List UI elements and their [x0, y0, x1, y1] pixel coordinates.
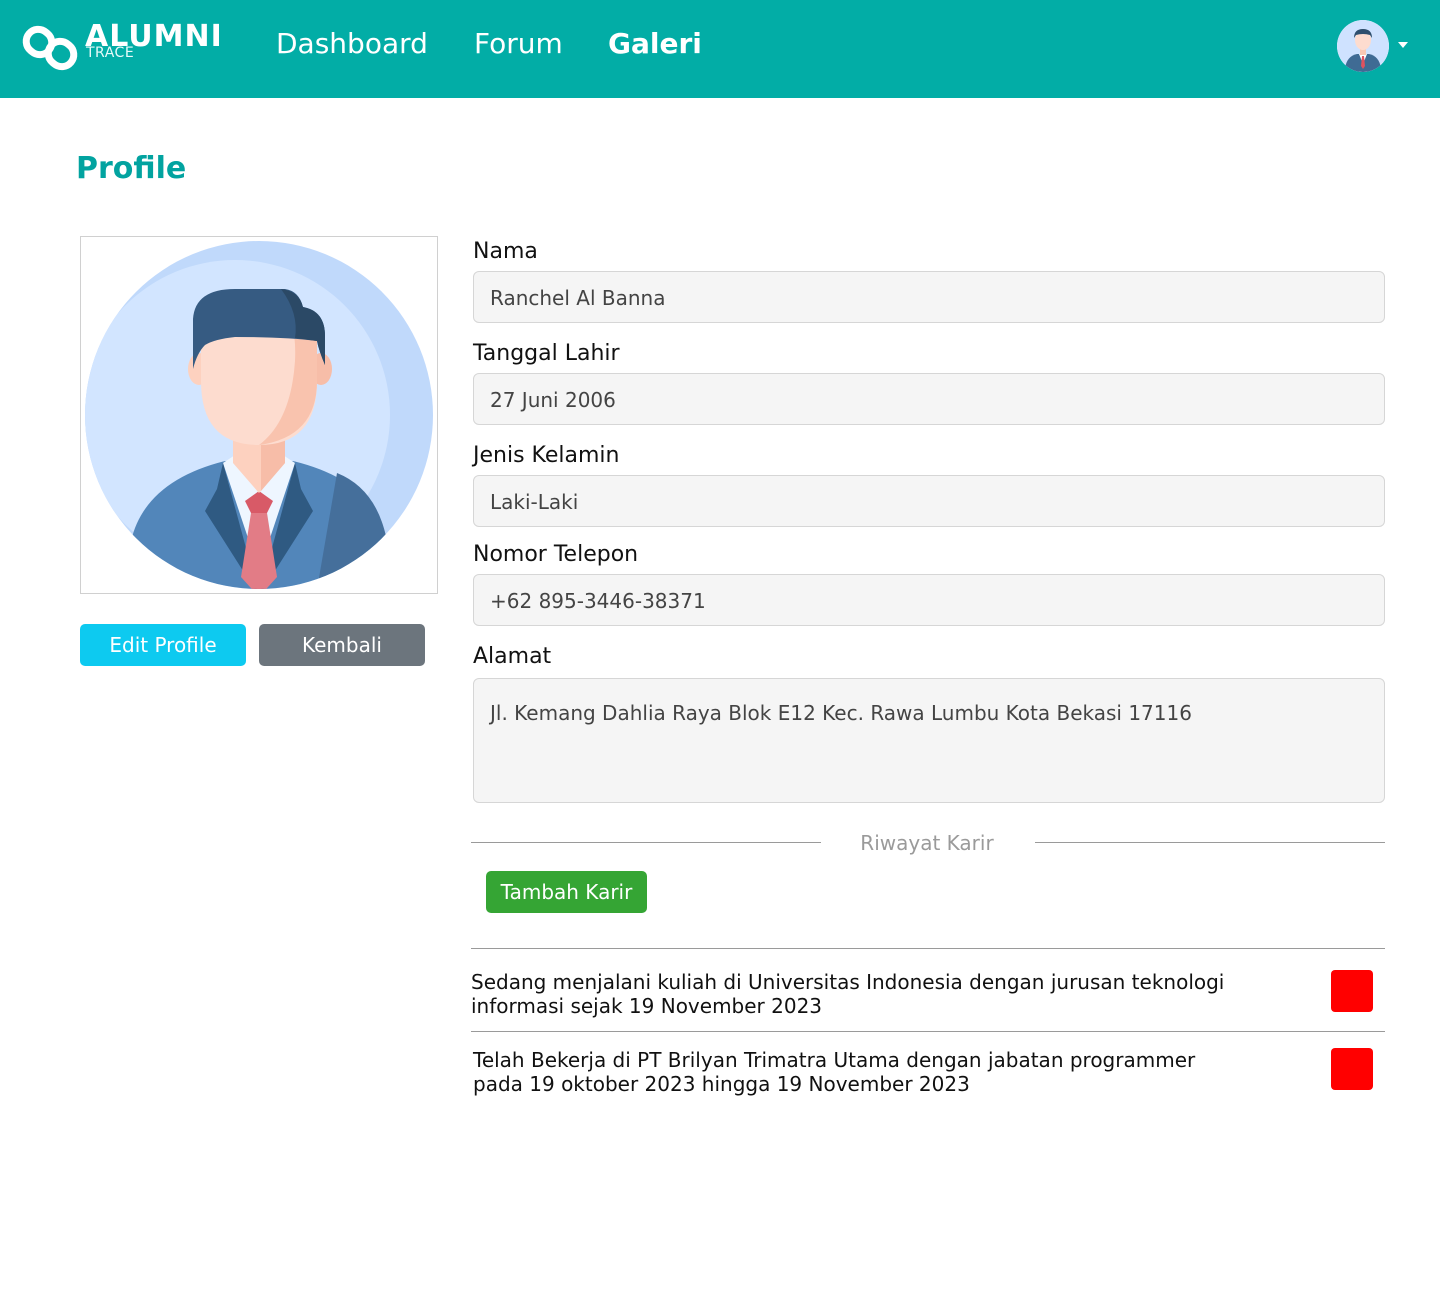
businessman-avatar-icon — [1337, 20, 1389, 72]
nav-dashboard[interactable]: Dashboard — [276, 26, 428, 62]
divider-right — [1035, 842, 1385, 843]
tanggal-lahir-label: Tanggal Lahir — [473, 341, 620, 366]
telepon-field[interactable]: +62 895-3446-38371 — [473, 574, 1385, 626]
back-button[interactable]: Kembali — [259, 624, 425, 666]
career-divider — [471, 948, 1385, 949]
user-avatar[interactable] — [1337, 20, 1389, 72]
businessman-avatar-icon — [85, 241, 433, 589]
nama-field[interactable]: Ranchel Al Banna — [473, 271, 1385, 323]
brand-subtitle: TRACE — [86, 45, 135, 61]
page-title: Profile — [76, 151, 187, 186]
career-item-text: Telah Bekerja di PT Brilyan Trimatra Uta… — [473, 1048, 1196, 1096]
profile-photo — [80, 236, 438, 594]
nama-label: Nama — [473, 239, 538, 264]
alamat-field[interactable]: Jl. Kemang Dahlia Raya Blok E12 Kec. Raw… — [473, 678, 1385, 803]
divider-left — [471, 842, 821, 843]
brand-logo[interactable]: ALUMNI TRACE — [22, 20, 252, 76]
nav-galeri[interactable]: Galeri — [608, 26, 702, 62]
jenis-kelamin-field[interactable]: Laki-Laki — [473, 475, 1385, 527]
alamat-label: Alamat — [473, 644, 552, 669]
delete-career-button[interactable] — [1331, 970, 1373, 1012]
add-career-button[interactable]: Tambah Karir — [486, 871, 647, 913]
nav-forum[interactable]: Forum — [474, 26, 563, 62]
career-divider — [471, 1031, 1385, 1032]
telepon-label: Nomor Telepon — [473, 542, 639, 567]
edit-profile-button[interactable]: Edit Profile — [80, 624, 246, 666]
navbar: ALUMNI TRACE Dashboard Forum Galeri — [0, 0, 1440, 98]
tanggal-lahir-field[interactable]: 27 Juni 2006 — [473, 373, 1385, 425]
delete-career-button[interactable] — [1331, 1048, 1373, 1090]
chain-link-icon — [22, 25, 78, 71]
career-item-text: Sedang menjalani kuliah di Universitas I… — [471, 970, 1225, 1018]
career-section-title: Riwayat Karir — [860, 831, 994, 855]
jenis-kelamin-label: Jenis Kelamin — [473, 443, 620, 468]
chevron-down-icon[interactable] — [1397, 40, 1409, 50]
